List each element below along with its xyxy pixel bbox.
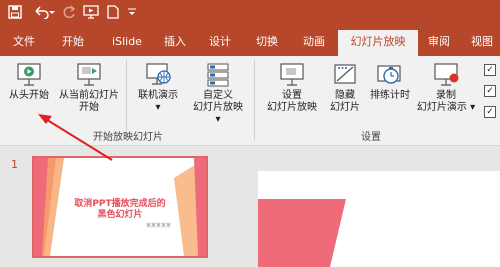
annotation-arrow-icon	[38, 114, 113, 161]
